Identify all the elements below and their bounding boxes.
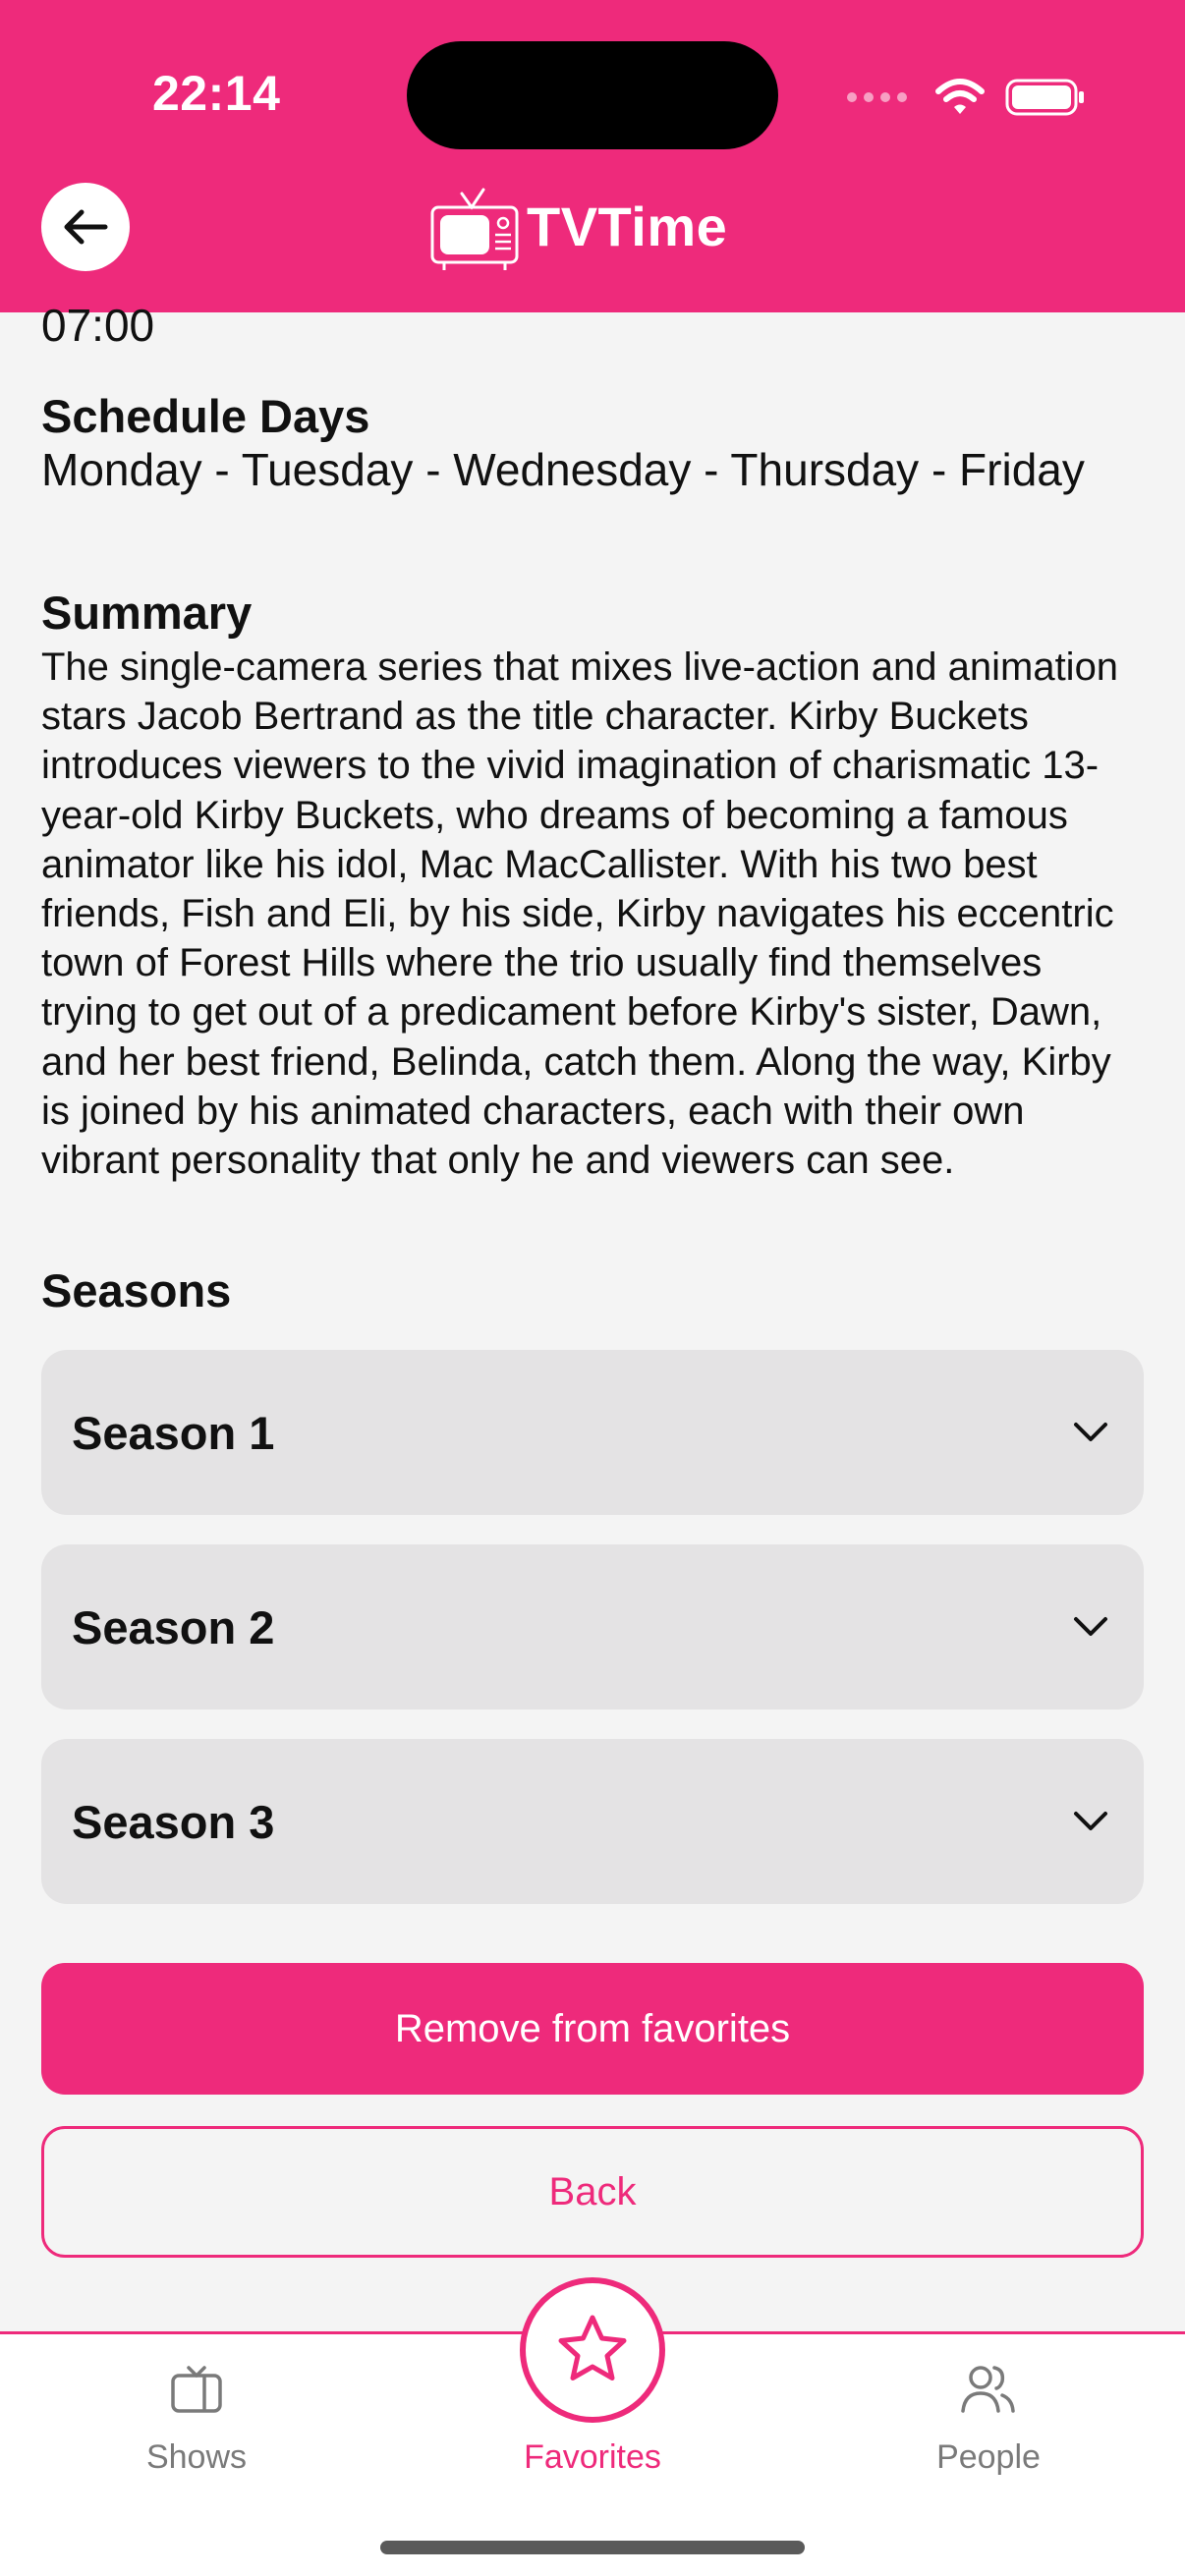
tab-shows[interactable]: Shows: [59, 2334, 334, 2531]
remove-from-favorites-button[interactable]: Remove from favorites: [41, 1963, 1144, 2095]
app-header: 22:14 TVTime: [0, 0, 1185, 312]
header-back-button[interactable]: [41, 183, 130, 271]
dynamic-island: [407, 41, 778, 149]
tab-favorites-label: Favorites: [524, 2438, 661, 2476]
tab-people-label: People: [936, 2438, 1041, 2476]
bottom-tab-bar: Shows Favorites People: [0, 2277, 1185, 2576]
status-time: 22:14: [152, 66, 281, 121]
schedule-time-value: 07:00: [41, 300, 155, 351]
summary-text: The single-camera series that mixes live…: [41, 645, 1119, 1183]
app-title: TVTime: [527, 195, 728, 257]
season-accordion-1[interactable]: Season 1: [41, 1350, 1144, 1515]
season-label: Season 2: [72, 1600, 275, 1653]
back-button[interactable]: Back: [41, 2126, 1144, 2258]
season-accordion-3[interactable]: Season 3: [41, 1739, 1144, 1904]
signal-icon: [847, 92, 907, 102]
seasons-label: Seasons: [41, 1264, 232, 1316]
tv-icon: [171, 2366, 222, 2413]
tab-favorites[interactable]: Favorites: [455, 2334, 730, 2531]
tv-logo-icon: [430, 188, 519, 270]
tab-people[interactable]: People: [851, 2334, 1126, 2531]
schedule-days-label: Schedule Days: [41, 390, 370, 442]
chevron-down-icon: [1074, 1423, 1107, 1441]
home-indicator: [380, 2541, 805, 2554]
season-accordion-2[interactable]: Season 2: [41, 1544, 1144, 1709]
status-icons: [847, 73, 1086, 122]
people-icon: [961, 2366, 1015, 2413]
summary-label: Summary: [41, 587, 253, 639]
season-label: Season 3: [72, 1795, 275, 1848]
schedule-days-value: Monday - Tuesday - Wednesday - Thursday …: [41, 444, 1085, 495]
wifi-icon: [935, 79, 985, 114]
battery-icon: [1005, 79, 1084, 116]
app-logo: TVTime: [428, 180, 727, 272]
chevron-down-icon: [1074, 1812, 1107, 1830]
tab-shows-label: Shows: [145, 2438, 248, 2476]
season-label: Season 1: [72, 1406, 275, 1459]
chevron-down-icon: [1074, 1617, 1107, 1636]
back-arrow-icon: [64, 209, 108, 245]
